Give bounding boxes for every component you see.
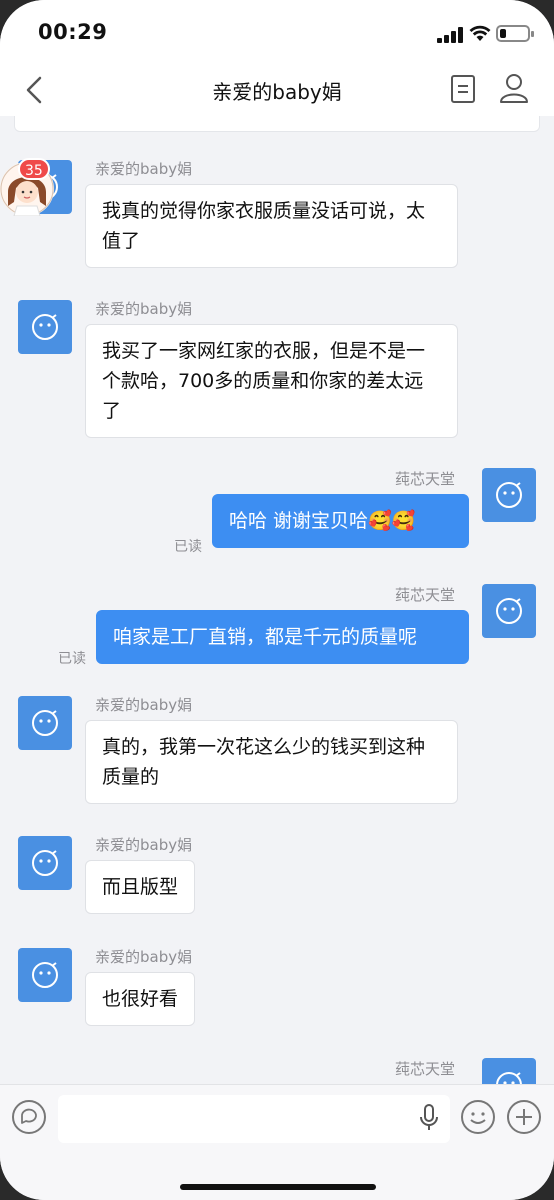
status-time: 00:29 xyxy=(38,20,108,44)
wifi-icon xyxy=(469,25,491,41)
my-avatar[interactable] xyxy=(482,584,536,638)
message-bubble[interactable]: 真的，我第一次花这么少的钱买到这种质量的 xyxy=(85,720,458,804)
read-status: 已读 xyxy=(58,651,86,667)
sender-name: 亲爱的baby娟 xyxy=(95,948,193,966)
notes-icon[interactable] xyxy=(450,74,476,104)
my-avatar[interactable] xyxy=(482,1058,536,1084)
sender-name: 莼芯天堂 xyxy=(395,470,456,488)
contact-avatar[interactable] xyxy=(18,836,72,890)
bot-face-icon xyxy=(32,850,58,876)
nav-bar: 亲爱的baby娟 xyxy=(0,64,554,116)
chat-bubble-icon[interactable] xyxy=(11,1099,47,1135)
bot-face-icon xyxy=(496,482,522,508)
phone-screen: 00:29 亲爱的baby娟 35 亲爱的baby娟 我真的觉得你家衣服质量没话… xyxy=(0,0,554,1200)
sender-name: 亲爱的baby娟 xyxy=(95,160,193,178)
sender-name: 莼芯天堂 xyxy=(395,586,456,604)
battery-icon xyxy=(496,25,534,42)
message-bubble[interactable]: 也很好看 xyxy=(85,972,196,1026)
bot-face-icon xyxy=(32,962,58,988)
bot-face-icon xyxy=(496,598,522,624)
message-input[interactable] xyxy=(58,1095,450,1143)
profile-icon[interactable] xyxy=(498,72,530,104)
bot-face-icon xyxy=(32,314,58,340)
message-bubble[interactable]: 我买了一家网红家的衣服，但是不是一个款哈，700多的质量和你家的差太远了 xyxy=(85,324,458,438)
message-bubble-outgoing[interactable]: 哈哈 谢谢宝贝哈🥰🥰 xyxy=(212,494,469,548)
sender-name: 亲爱的baby娟 xyxy=(95,836,193,854)
home-indicator[interactable] xyxy=(180,1184,376,1190)
bot-face-icon xyxy=(496,1072,522,1084)
previous-card xyxy=(14,116,540,132)
input-bar xyxy=(0,1084,554,1200)
sender-name: 亲爱的baby娟 xyxy=(95,696,193,714)
contact-avatar-photo[interactable]: 35 xyxy=(0,158,54,217)
signal-icon xyxy=(437,27,463,43)
contact-avatar[interactable] xyxy=(18,948,72,1002)
message-bubble-outgoing[interactable]: 咱家是工厂直销，都是千元的质量呢 xyxy=(96,610,469,664)
plus-icon[interactable] xyxy=(506,1099,542,1135)
message-bubble[interactable]: 而且版型 xyxy=(85,860,196,914)
microphone-icon[interactable] xyxy=(418,1103,440,1133)
message-text: 哈哈 谢谢宝贝哈 xyxy=(229,510,369,532)
smiley-icon[interactable] xyxy=(460,1099,496,1135)
my-avatar[interactable] xyxy=(482,468,536,522)
message-list[interactable]: 35 亲爱的baby娟 我真的觉得你家衣服质量没话可说，太值了 亲爱的baby娟… xyxy=(0,116,554,1084)
message-bubble[interactable]: 我真的觉得你家衣服质量没话可说，太值了 xyxy=(85,184,458,268)
bot-face-icon xyxy=(32,710,58,736)
read-status: 已读 xyxy=(174,539,202,555)
unread-badge: 35 xyxy=(18,158,50,180)
sender-name: 亲爱的baby娟 xyxy=(95,300,193,318)
sender-name: 莼芯天堂 xyxy=(395,1060,456,1078)
contact-avatar[interactable] xyxy=(18,696,72,750)
emoji-text: 🥰🥰 xyxy=(368,510,416,532)
contact-avatar[interactable] xyxy=(18,300,72,354)
status-bar: 00:29 xyxy=(0,0,554,64)
